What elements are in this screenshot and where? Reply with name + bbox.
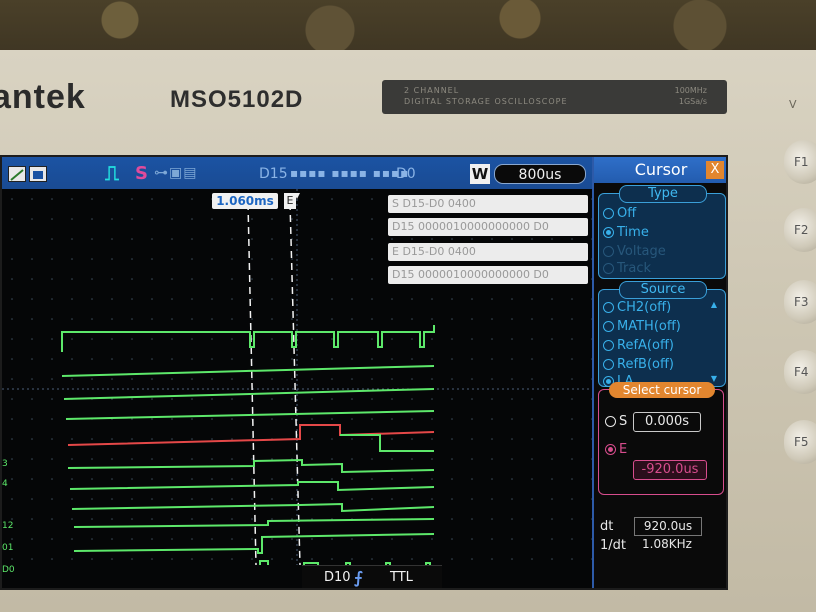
plate-line-2: DIGITAL STORAGE OSCILLOSCOPE [404, 97, 568, 106]
source-panel[interactable]: Source ▲ CH2(off) MATH(off) RefA(off) Re… [598, 281, 726, 389]
softkey-f4[interactable]: F4 [784, 350, 816, 394]
source-option-math[interactable]: MATH(off) [603, 319, 681, 334]
cursor-menu: Cursor X Type Off Time Voltage Track Sou… [592, 157, 726, 588]
plate-bandwidth: 100MHz [674, 86, 707, 95]
cursor-time-readout: 1.060ms [212, 193, 278, 209]
usb-storage-icons: ⊶▣▤ [154, 165, 198, 181]
model-name: MSO5102D [170, 86, 304, 113]
dt-label: dt [600, 519, 614, 534]
bus-bits-indicator: ▪▪▪▪ ▪▪▪▪ ▪▪▪▪ [290, 166, 410, 180]
close-icon[interactable]: X [706, 161, 724, 179]
scroll-up-icon[interactable]: ▲ [711, 300, 717, 309]
type-option-track: Track [603, 261, 651, 276]
type-option-voltage: Voltage [603, 244, 666, 259]
channel-label-01: 01 [2, 543, 14, 553]
source-heading: Source [619, 281, 707, 299]
softkey-f2[interactable]: F2 [784, 208, 816, 252]
softkey-f5[interactable]: F5 [784, 420, 816, 464]
select-cursor-heading: Select cursor [609, 382, 715, 398]
bus-high-label: D15 [259, 166, 288, 182]
channel-label-3: 3 [2, 459, 8, 469]
timebase-readout[interactable]: 800us [494, 164, 586, 184]
rising-edge-icon: ⨍ [354, 568, 363, 587]
info-plate: 2 CHANNEL DIGITAL STORAGE OSCILLOSCOPE 1… [382, 80, 727, 114]
scope-screen: ⎍ S ⊶▣▤ D15 ▪▪▪▪ ▪▪▪▪ ▪▪▪▪ D0 W 800us 3 … [0, 155, 728, 590]
softkey-f3[interactable]: F3 [784, 280, 816, 324]
s-cursor-value: 0.000s [633, 412, 701, 432]
select-cursor-s[interactable]: S [605, 414, 627, 429]
e-cursor-binary-value: D15 0000010000000000 D0 [388, 266, 588, 284]
cursor-e-marker: E [284, 193, 296, 209]
pen-icon[interactable] [8, 166, 26, 182]
s-cursor-hex-value: S D15-D0 0400 [388, 195, 588, 213]
type-heading: Type [619, 185, 707, 203]
trigger-source: D10 [324, 570, 351, 585]
bus-low-label: D0 [396, 166, 416, 182]
select-cursor-panel[interactable]: Select cursor S 0.000s E -920.0us [598, 382, 724, 495]
scroll-down-icon[interactable]: ▼ [711, 374, 717, 383]
inverse-dt-value: 1.08KHz [634, 536, 700, 553]
type-panel[interactable]: Type Off Time Voltage Track [598, 185, 726, 279]
plate-line-1: 2 CHANNEL [404, 86, 460, 95]
e-cursor-hex-value: E D15-D0 0400 [388, 243, 588, 261]
stop-state-icon: S [135, 163, 148, 184]
channel-label-d0: D0 [2, 565, 15, 575]
source-option-ch2[interactable]: CH2(off) [603, 300, 671, 315]
select-cursor-e[interactable]: E [605, 442, 627, 457]
plate-samplerate: 1GSa/s [678, 97, 707, 106]
window-icon[interactable]: W [470, 164, 490, 184]
source-option-refb[interactable]: RefB(off) [603, 357, 674, 372]
dt-value: 920.0us [634, 517, 702, 536]
inverse-dt-label: 1/dt [600, 538, 626, 553]
s-cursor-binary-value: D15 0000010000000000 D0 [388, 218, 588, 236]
trigger-status-bar: D10 ⨍ TTL [302, 565, 442, 588]
channel-label-4: 4 [2, 479, 8, 489]
softkey-f1[interactable]: F1 [784, 140, 816, 184]
e-cursor-value: -920.0us [633, 460, 707, 480]
trigger-level: TTL [390, 570, 413, 585]
pulse-icon: ⎍ [105, 161, 119, 185]
side-label: V [789, 98, 797, 111]
type-option-off[interactable]: Off [603, 206, 636, 221]
channel-label-12: 12 [2, 521, 14, 531]
source-option-refa[interactable]: RefA(off) [603, 338, 674, 353]
status-bar: ⎍ S ⊶▣▤ D15 ▪▪▪▪ ▪▪▪▪ ▪▪▪▪ D0 W 800us [2, 157, 592, 189]
type-option-time[interactable]: Time [603, 225, 649, 240]
brand-logo: antek [0, 78, 86, 116]
display-icon[interactable] [29, 166, 47, 182]
